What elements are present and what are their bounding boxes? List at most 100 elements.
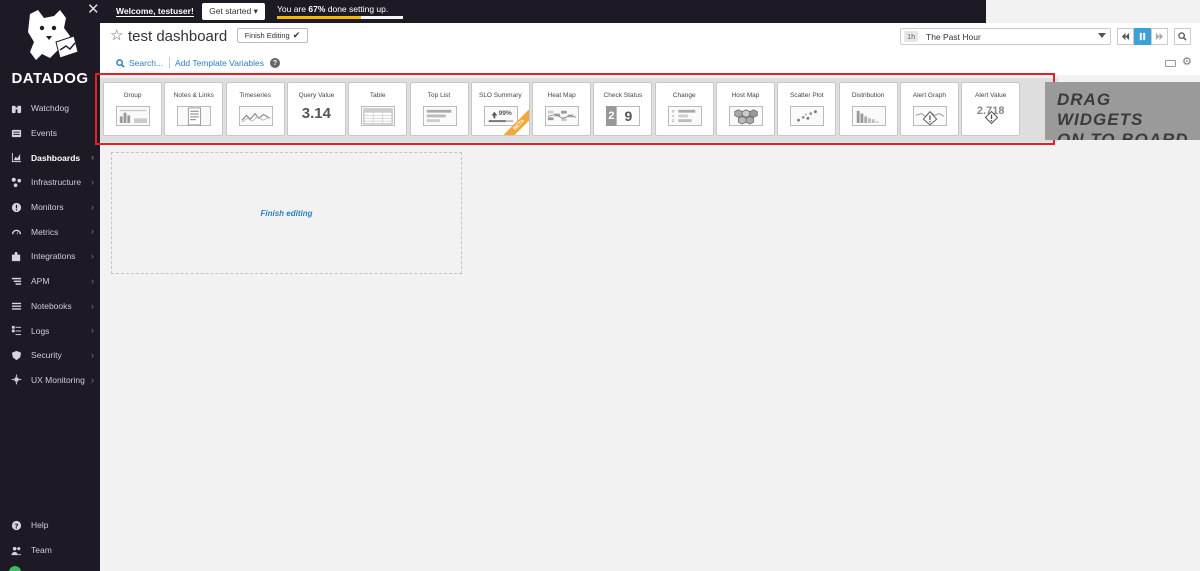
team-icon (9, 544, 23, 556)
username: testuser! (157, 6, 194, 16)
sidebar-item-label: Monitors (31, 202, 64, 213)
sidebar: ✕ DATADOG Watchdog Events Dashboards › I… (0, 0, 100, 571)
check-digit: 2 (606, 106, 617, 126)
widget-label: Table (369, 92, 386, 99)
widget-tile-top-list[interactable]: Top List (409, 82, 469, 136)
apm-icon (9, 275, 23, 287)
widget-tile-heat-map[interactable]: Heat Map (532, 82, 592, 136)
keyboard-icon[interactable] (1165, 60, 1176, 67)
scatter-thumbnail (790, 106, 825, 126)
widget-tile-slo-summary[interactable]: SLO Summary 99% BETA (470, 82, 530, 136)
widget-label: Alert Graph (912, 92, 947, 99)
widget-tile-table[interactable]: Table (348, 82, 408, 136)
logo-text: DATADOG (11, 70, 89, 87)
widget-tile-timeseries[interactable]: Timeseries (225, 82, 285, 136)
widget-label: SLO Summary (478, 92, 522, 99)
check-status-thumbnail: 29 (606, 106, 641, 126)
widget-tile-distribution[interactable]: Distribution (838, 82, 898, 136)
sidebar-item-monitors[interactable]: Monitors › (0, 195, 100, 220)
sidebar-item-label: Logs (31, 325, 50, 336)
rewind-button[interactable] (1117, 28, 1134, 45)
sidebar-item-dashboards[interactable]: Dashboards › (0, 145, 100, 170)
widget-label: Notes & Links (173, 92, 214, 99)
divider (169, 57, 170, 68)
sidebar-item-apm[interactable]: APM › (0, 269, 100, 294)
status-dot (9, 566, 21, 571)
sidebar-item-watchdog[interactable]: Watchdog (0, 96, 100, 121)
widget-label: Heat Map (547, 92, 576, 99)
onboarding-banner: Welcome, testuser! Get started ▾ You are… (100, 0, 986, 23)
help-icon[interactable]: ? (270, 58, 280, 68)
timeseries-thumbnail (238, 106, 273, 126)
sidebar-bottom: ? Help Team (0, 513, 100, 562)
slo-thumbnail: 99% (483, 106, 518, 126)
sidebar-item-events[interactable]: Events (0, 121, 100, 146)
group-thumbnail (116, 106, 150, 126)
sidebar-item-notebooks[interactable]: Notebooks › (0, 294, 100, 319)
widget-label: Alert Value (975, 92, 1007, 99)
sidebar-item-label: Metrics (31, 226, 59, 237)
sidebar-item-label: Security (31, 350, 62, 361)
add-template-variables-link[interactable]: Add Template Variables (175, 58, 264, 68)
drag-drop-hint: DRAG WIDGETS ON TO BOARD (1045, 82, 1200, 140)
chevron-right-icon: › (91, 374, 94, 385)
sidebar-item-label: Events (31, 128, 57, 139)
sidebar-item-label: Integrations (31, 251, 76, 262)
gear-icon[interactable]: ⚙ (1182, 57, 1192, 68)
sidebar-item-ux-monitoring[interactable]: UX Monitoring › (0, 368, 100, 393)
sidebar-item-help[interactable]: ? Help (0, 513, 100, 538)
star-icon[interactable]: ☆ (110, 26, 123, 44)
get-started-button[interactable]: Get started ▾ (202, 3, 265, 20)
distribution-thumbnail (851, 106, 886, 126)
sidebar-item-infrastructure[interactable]: Infrastructure › (0, 170, 100, 195)
pause-icon (1139, 32, 1146, 41)
sidebar-item-integrations[interactable]: Integrations › (0, 244, 100, 269)
sidebar-item-logs[interactable]: Logs › (0, 318, 100, 343)
table-thumbnail (361, 106, 396, 126)
svg-text:Z: Z (672, 119, 675, 123)
widget-tile-host-map[interactable]: Host Map (716, 82, 775, 136)
heatmap-thumbnail (545, 106, 580, 126)
slo-percentage: 99% (498, 110, 512, 117)
widget-tile-check-status[interactable]: Check Status 2 9 (593, 82, 653, 136)
widget-tile-change[interactable]: Change X Y Z (654, 82, 714, 136)
chart-icon (9, 152, 23, 164)
shield-icon (9, 349, 23, 361)
widget-tile-query-value[interactable]: Query Value 3.14 (286, 82, 346, 136)
gauge-icon (9, 226, 23, 238)
search-link[interactable]: Search... (116, 58, 163, 68)
widget-tile-group[interactable]: Group (103, 82, 162, 136)
sidebar-nav: Watchdog Events Dashboards › Infrastruct… (0, 96, 100, 392)
sidebar-item-team[interactable]: Team (0, 538, 100, 563)
sidebar-item-label: Watchdog (31, 103, 69, 114)
widget-tile-notes-links[interactable]: Notes & Links (164, 82, 224, 136)
board-placeholder: Finish editing (111, 152, 462, 274)
hexagon-nodes-icon (9, 176, 23, 188)
svg-text:?: ? (14, 521, 18, 530)
sidebar-item-metrics[interactable]: Metrics › (0, 219, 100, 244)
fast-forward-icon (1155, 32, 1164, 41)
datadog-logo[interactable]: DATADOG (0, 6, 100, 87)
chevron-right-icon: › (91, 177, 94, 188)
sidebar-item-label: Team (31, 545, 52, 556)
widget-tile-alert-graph[interactable]: Alert Graph (899, 82, 959, 136)
finish-editing-button[interactable]: Finish Editing ✔ (237, 28, 308, 43)
rewind-icon (1121, 32, 1130, 41)
check-digit: 9 (616, 106, 641, 126)
pause-button[interactable] (1134, 28, 1151, 45)
search-button[interactable] (1174, 28, 1191, 45)
sidebar-item-label: Dashboards (31, 152, 81, 163)
binoculars-icon (9, 102, 23, 114)
progress-fill (277, 16, 362, 19)
finish-editing-link[interactable]: Finish editing (261, 209, 313, 218)
fast-forward-button[interactable] (1151, 28, 1168, 45)
chevron-right-icon: › (91, 226, 94, 237)
welcome-text: Welcome, testuser! (116, 6, 194, 17)
alert-circle-icon (9, 201, 23, 213)
time-range-select[interactable]: 1h The Past Hour (900, 28, 1111, 45)
search-icon (116, 58, 125, 68)
widget-tile-alert-value[interactable]: Alert Value 2.718 (961, 82, 1021, 136)
widget-tile-scatter-plot[interactable]: Scatter Plot (777, 82, 837, 136)
setup-progress-bar (277, 16, 403, 19)
sidebar-item-security[interactable]: Security › (0, 343, 100, 368)
